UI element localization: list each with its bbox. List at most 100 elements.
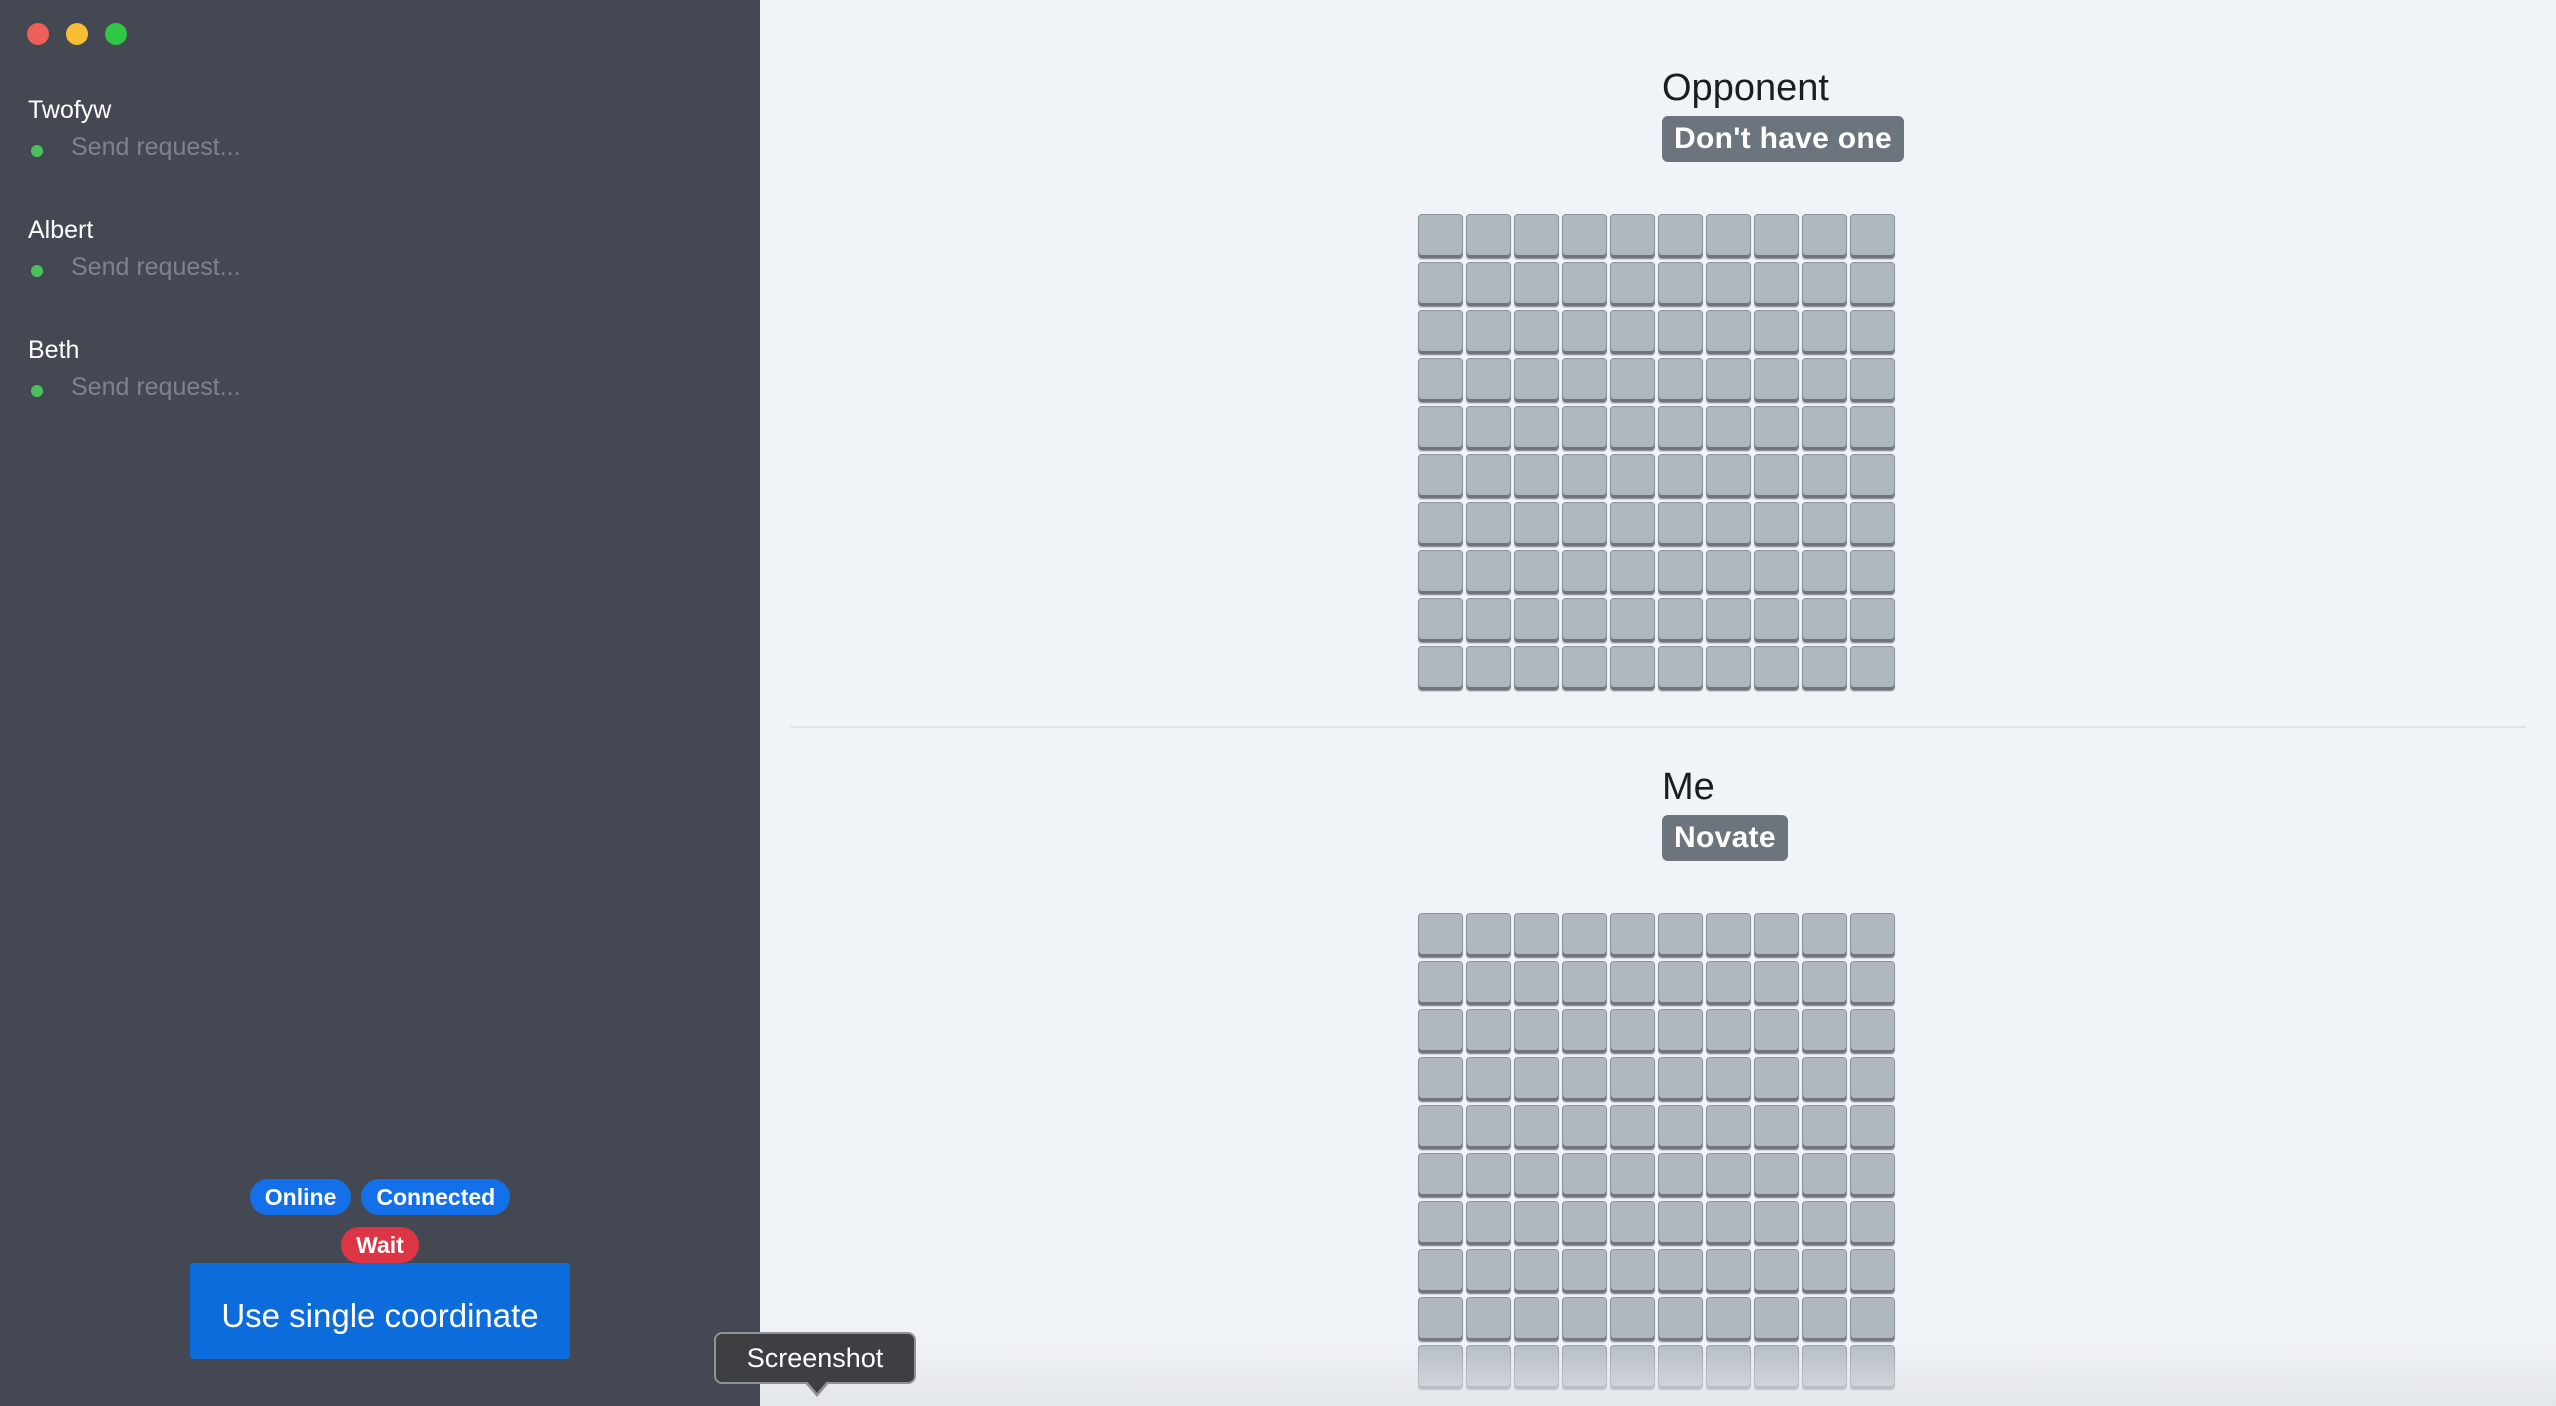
opponent-cell[interactable] [1706, 502, 1751, 547]
my-cell[interactable] [1658, 1201, 1703, 1246]
opponent-cell[interactable] [1706, 646, 1751, 691]
opponent-cell[interactable] [1610, 262, 1655, 307]
my-cell[interactable] [1418, 1153, 1463, 1198]
opponent-cell[interactable] [1754, 262, 1799, 307]
opponent-cell[interactable] [1754, 550, 1799, 595]
opponent-cell[interactable] [1754, 406, 1799, 451]
opponent-cell[interactable] [1610, 406, 1655, 451]
opponent-cell[interactable] [1418, 646, 1463, 691]
opponent-cell[interactable] [1658, 358, 1703, 403]
my-cell[interactable] [1802, 961, 1847, 1006]
opponent-cell[interactable] [1418, 310, 1463, 355]
my-cell[interactable] [1802, 1249, 1847, 1294]
opponent-cell[interactable] [1658, 454, 1703, 499]
opponent-cell[interactable] [1850, 502, 1895, 547]
opponent-cell[interactable] [1706, 454, 1751, 499]
my-cell[interactable] [1562, 1105, 1607, 1150]
opponent-cell[interactable] [1514, 454, 1559, 499]
my-cell[interactable] [1850, 1105, 1895, 1150]
my-cell[interactable] [1514, 1297, 1559, 1342]
opponent-cell[interactable] [1466, 310, 1511, 355]
my-cell[interactable] [1562, 1249, 1607, 1294]
my-cell[interactable] [1850, 913, 1895, 958]
opponent-cell[interactable] [1850, 358, 1895, 403]
my-cell[interactable] [1514, 1153, 1559, 1198]
opponent-cell[interactable] [1706, 214, 1751, 259]
my-cell[interactable] [1706, 1057, 1751, 1102]
my-cell[interactable] [1754, 1105, 1799, 1150]
my-cell[interactable] [1562, 1009, 1607, 1054]
my-cell[interactable] [1658, 913, 1703, 958]
opponent-cell[interactable] [1466, 214, 1511, 259]
my-cell[interactable] [1610, 1201, 1655, 1246]
my-cell[interactable] [1514, 1249, 1559, 1294]
opponent-cell[interactable] [1418, 598, 1463, 643]
opponent-cell[interactable] [1610, 550, 1655, 595]
my-cell[interactable] [1850, 1057, 1895, 1102]
opponent-cell[interactable] [1466, 358, 1511, 403]
my-cell[interactable] [1466, 913, 1511, 958]
my-cell[interactable] [1658, 1249, 1703, 1294]
opponent-cell[interactable] [1610, 598, 1655, 643]
my-cell[interactable] [1754, 1297, 1799, 1342]
opponent-cell[interactable] [1802, 502, 1847, 547]
opponent-cell[interactable] [1754, 310, 1799, 355]
opponent-cell[interactable] [1658, 502, 1703, 547]
my-cell[interactable] [1706, 913, 1751, 958]
opponent-cell[interactable] [1706, 358, 1751, 403]
my-cell[interactable] [1658, 961, 1703, 1006]
opponent-cell[interactable] [1466, 406, 1511, 451]
opponent-cell[interactable] [1610, 358, 1655, 403]
opponent-cell[interactable] [1706, 262, 1751, 307]
opponent-cell[interactable] [1802, 646, 1847, 691]
my-cell[interactable] [1850, 1201, 1895, 1246]
opponent-cell[interactable] [1850, 550, 1895, 595]
opponent-cell[interactable] [1514, 598, 1559, 643]
my-cell[interactable] [1418, 1297, 1463, 1342]
close-window-icon[interactable] [27, 23, 49, 45]
opponent-cell[interactable] [1850, 454, 1895, 499]
opponent-cell[interactable] [1706, 406, 1751, 451]
opponent-cell[interactable] [1802, 262, 1847, 307]
opponent-cell[interactable] [1754, 358, 1799, 403]
my-cell[interactable] [1802, 913, 1847, 958]
opponent-cell[interactable] [1466, 262, 1511, 307]
my-cell[interactable] [1466, 1249, 1511, 1294]
my-cell[interactable] [1418, 1201, 1463, 1246]
opponent-cell[interactable] [1658, 598, 1703, 643]
my-cell[interactable] [1466, 1201, 1511, 1246]
opponent-cell[interactable] [1610, 310, 1655, 355]
opponent-cell[interactable] [1466, 550, 1511, 595]
opponent-cell[interactable] [1514, 646, 1559, 691]
my-cell[interactable] [1802, 1057, 1847, 1102]
opponent-cell[interactable] [1562, 502, 1607, 547]
my-cell[interactable] [1850, 961, 1895, 1006]
my-cell[interactable] [1802, 1201, 1847, 1246]
opponent-cell[interactable] [1850, 262, 1895, 307]
my-cell[interactable] [1754, 1249, 1799, 1294]
my-cell[interactable] [1562, 913, 1607, 958]
my-cell[interactable] [1658, 1009, 1703, 1054]
opponent-cell[interactable] [1802, 310, 1847, 355]
my-cell[interactable] [1466, 1345, 1511, 1390]
my-cell[interactable] [1802, 1345, 1847, 1390]
my-cell[interactable] [1610, 1249, 1655, 1294]
maximize-window-icon[interactable] [105, 23, 127, 45]
my-cell[interactable] [1514, 913, 1559, 958]
opponent-cell[interactable] [1562, 598, 1607, 643]
my-cell[interactable] [1418, 1345, 1463, 1390]
opponent-cell[interactable] [1514, 310, 1559, 355]
my-cell[interactable] [1850, 1297, 1895, 1342]
opponent-cell[interactable] [1754, 502, 1799, 547]
my-cell[interactable] [1610, 1057, 1655, 1102]
my-cell[interactable] [1562, 1201, 1607, 1246]
my-cell[interactable] [1466, 1105, 1511, 1150]
my-cell[interactable] [1562, 1345, 1607, 1390]
opponent-cell[interactable] [1514, 502, 1559, 547]
send-request-input[interactable] [71, 133, 471, 162]
my-cell[interactable] [1514, 1105, 1559, 1150]
my-cell[interactable] [1706, 1249, 1751, 1294]
opponent-cell[interactable] [1418, 214, 1463, 259]
opponent-cell[interactable] [1418, 262, 1463, 307]
my-cell[interactable] [1466, 1297, 1511, 1342]
